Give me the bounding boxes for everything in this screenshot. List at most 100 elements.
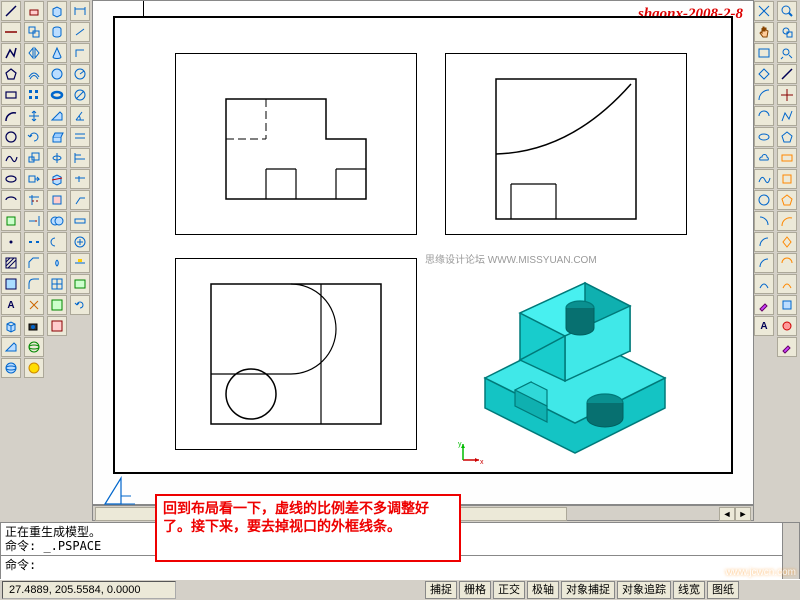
tool-dimdia[interactable] <box>70 85 90 105</box>
tool-render[interactable] <box>24 358 44 378</box>
tool-m3[interactable] <box>777 337 797 357</box>
tool-poly6[interactable] <box>777 232 797 252</box>
tool-arc10[interactable] <box>777 274 797 294</box>
tool-chamfer[interactable] <box>24 253 44 273</box>
tool-camera[interactable] <box>24 316 44 336</box>
tool-line[interactable] <box>1 1 21 21</box>
tool-rect[interactable] <box>1 85 21 105</box>
tool-line2[interactable] <box>777 64 797 84</box>
tool-arc4[interactable] <box>754 211 774 231</box>
tool-text-a[interactable]: A <box>754 316 774 336</box>
tool-m1[interactable] <box>777 295 797 315</box>
tool-mirror[interactable] <box>24 43 44 63</box>
tool-intersect[interactable] <box>47 253 67 273</box>
tool-mtext[interactable]: A <box>1 295 21 315</box>
tool-poly5[interactable] <box>777 190 797 210</box>
tool-leader[interactable] <box>70 190 90 210</box>
tool-extend[interactable] <box>24 211 44 231</box>
tool-s-sphere[interactable] <box>47 64 67 84</box>
tool-pline[interactable] <box>1 43 21 63</box>
tool-arc7[interactable] <box>754 274 774 294</box>
tool-cline2[interactable] <box>777 85 797 105</box>
tool-break[interactable] <box>24 232 44 252</box>
tool-sphere3d[interactable] <box>1 358 21 378</box>
tool-cline[interactable] <box>1 22 21 42</box>
tool-circle[interactable] <box>1 127 21 147</box>
tool-s-wedge[interactable] <box>47 106 67 126</box>
tool-pline2[interactable] <box>777 106 797 126</box>
drawing-canvas[interactable]: shaonx-2008-2-8 <box>92 0 754 505</box>
status-snap[interactable]: 捕捉 <box>425 581 457 599</box>
tool-move[interactable] <box>24 106 44 126</box>
tool-dimbas[interactable] <box>70 148 90 168</box>
tool-rect2[interactable] <box>754 43 774 63</box>
scroll-left-icon[interactable]: ◄ <box>719 507 735 521</box>
tool-extrude[interactable] <box>47 127 67 147</box>
tool-s-cone[interactable] <box>47 43 67 63</box>
tool-spl2[interactable] <box>754 169 774 189</box>
tool-s-cyl[interactable] <box>47 22 67 42</box>
tool-rotate[interactable] <box>24 127 44 147</box>
tool-ell2[interactable] <box>754 127 774 147</box>
tool-spline[interactable] <box>1 148 21 168</box>
status-lwt[interactable]: 线宽 <box>673 581 705 599</box>
tool-dimsty[interactable] <box>70 274 90 294</box>
tool-circ2[interactable] <box>754 190 774 210</box>
tool-arc9[interactable] <box>777 253 797 273</box>
tool-subtract[interactable] <box>47 232 67 252</box>
tool-dimcon[interactable] <box>70 169 90 189</box>
scroll-right-icon[interactable]: ► <box>735 507 751 521</box>
tool-arc5[interactable] <box>754 232 774 252</box>
tool-paint[interactable] <box>754 295 774 315</box>
tool-explode[interactable] <box>24 295 44 315</box>
tool-slice[interactable] <box>47 169 67 189</box>
tool-arc8[interactable] <box>777 211 797 231</box>
tool-dimord[interactable] <box>70 43 90 63</box>
tool-polygon[interactable] <box>1 64 21 84</box>
tool-dimali[interactable] <box>70 22 90 42</box>
tool-section[interactable] <box>47 190 67 210</box>
status-otrack[interactable]: 对象追踪 <box>617 581 671 599</box>
tool-dimang[interactable] <box>70 106 90 126</box>
tool-dimupd[interactable] <box>70 295 90 315</box>
viewport-side[interactable] <box>445 53 687 235</box>
tool-qdim[interactable] <box>70 127 90 147</box>
tool-poly2[interactable] <box>754 64 774 84</box>
tool-s-torus[interactable] <box>47 85 67 105</box>
tool-wedge3d[interactable] <box>1 337 21 357</box>
viewport-top[interactable] <box>175 258 417 450</box>
status-paper[interactable]: 图纸 <box>707 581 739 599</box>
tool-region[interactable] <box>1 274 21 294</box>
tool-s-box[interactable] <box>47 1 67 21</box>
tool-setup2[interactable] <box>47 295 67 315</box>
tool-hatch[interactable] <box>1 253 21 273</box>
tool-copy[interactable] <box>24 22 44 42</box>
tool-pan[interactable] <box>754 22 774 42</box>
tool-point[interactable] <box>1 232 21 252</box>
tool-revolve[interactable] <box>47 148 67 168</box>
tool-arc[interactable] <box>1 106 21 126</box>
tool-array[interactable] <box>24 85 44 105</box>
tool-ellipse[interactable] <box>1 169 21 189</box>
tool-dimed[interactable] <box>70 253 90 273</box>
status-ortho[interactable]: 正交 <box>493 581 525 599</box>
tool-3dorbit[interactable] <box>24 337 44 357</box>
tool-cloud[interactable] <box>754 148 774 168</box>
tool-arc3[interactable] <box>754 106 774 126</box>
tool-rect3[interactable] <box>777 148 797 168</box>
tool-setup1[interactable] <box>47 274 67 294</box>
tool-trim[interactable] <box>24 190 44 210</box>
tool-union[interactable] <box>47 211 67 231</box>
tool-offset[interactable] <box>24 64 44 84</box>
tool-poly3[interactable] <box>777 127 797 147</box>
tool-dimlin[interactable] <box>70 1 90 21</box>
tool-dimrad[interactable] <box>70 64 90 84</box>
tool-arc2[interactable] <box>754 85 774 105</box>
tool-redraw[interactable] <box>754 1 774 21</box>
tool-arc6[interactable] <box>754 253 774 273</box>
viewport-front[interactable] <box>175 53 417 235</box>
tool-fillet[interactable] <box>24 274 44 294</box>
tool-tol[interactable] <box>70 211 90 231</box>
tool-scale[interactable] <box>24 148 44 168</box>
tool-center[interactable] <box>70 232 90 252</box>
